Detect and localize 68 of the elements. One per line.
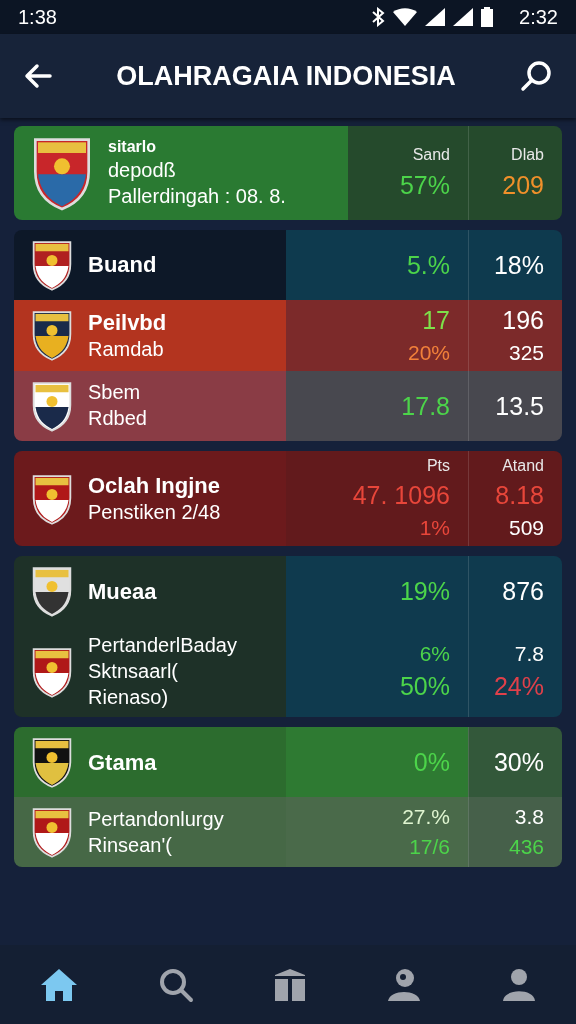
stat-value: 24% <box>493 672 544 702</box>
team-detail: Rinsean'( <box>88 833 173 857</box>
column-header: Atand <box>502 456 544 476</box>
crest-icon <box>30 805 74 860</box>
stat-value: 27.% <box>402 805 450 830</box>
team-detail: Ramdab <box>88 338 165 362</box>
column-header: Pts <box>426 456 450 476</box>
stat-value: 19% <box>399 576 450 606</box>
app-title: OLAHRAGAIA INDONESIA <box>115 60 457 92</box>
stat-value: 1% <box>419 516 450 541</box>
search-icon <box>520 60 552 92</box>
stat-value: 209 <box>502 170 544 200</box>
stat-value: 8.18 <box>495 481 544 511</box>
stat-value: 6% <box>419 642 450 667</box>
back-arrow-icon <box>24 63 52 89</box>
team-detail: Sktnsaarl( <box>88 660 180 684</box>
crest-icon <box>30 238 74 292</box>
crest-icon <box>30 308 74 363</box>
team-detail: Pertandonlurgy <box>88 807 224 831</box>
stat-value: 17 <box>422 306 450 335</box>
stat-value: 196 <box>502 306 544 335</box>
wifi-icon <box>393 8 418 26</box>
stat-value: 20% <box>407 340 450 365</box>
stat-value: 57% <box>399 170 450 200</box>
signal-icon <box>425 8 446 26</box>
column-header: Dlab <box>511 146 544 165</box>
stat-value: 436 <box>508 835 544 860</box>
stat-value: 876 <box>502 576 544 606</box>
stat-value: 7.8 <box>514 642 544 667</box>
team-name: Mueaa <box>88 578 157 604</box>
column-header: Sand <box>412 146 450 165</box>
stat-value: 3.8 <box>514 805 544 830</box>
stat-value: 18% <box>493 250 544 280</box>
stat-value: 30% <box>493 747 544 777</box>
team-name: Peilvbd <box>88 309 167 336</box>
search-icon <box>158 966 195 1003</box>
stat-value: 509 <box>508 516 544 541</box>
stat-value: 325 <box>508 340 544 365</box>
team-name: Oclah Ingjne <box>88 472 221 499</box>
team-detail: Rienaso) <box>88 686 170 710</box>
battery-icon <box>481 7 494 27</box>
team-detail: Sbem <box>88 381 142 405</box>
search-button[interactable] <box>520 60 552 92</box>
bluetooth-icon <box>371 7 386 27</box>
team-detail: Rdbed <box>88 407 147 431</box>
team-detail: Penstiken 2/48 <box>88 501 221 525</box>
status-clock: 2:32 <box>519 5 558 29</box>
back-button[interactable] <box>24 63 52 89</box>
stat-value: 5.% <box>406 250 450 280</box>
stat-value: 17.8 <box>401 391 450 421</box>
team-detail: sitarlo <box>108 137 157 157</box>
crest-icon <box>30 735 74 790</box>
crest-icon <box>30 564 74 619</box>
person-icon <box>385 966 422 1003</box>
stat-value: 0% <box>413 747 450 777</box>
team-detail: Pallerdingah : 08. 8. <box>108 185 286 209</box>
team-name: Gtama <box>88 749 157 775</box>
signal-icon <box>453 8 474 26</box>
stat-value: 17/6 <box>409 835 450 860</box>
stat-value: 47. 1096 <box>352 481 450 511</box>
team-detail: PertanderlBaday <box>88 634 237 658</box>
status-time: 1:38 <box>18 5 57 29</box>
profile-icon <box>500 966 537 1003</box>
team-name: Buand <box>88 252 157 278</box>
stat-value: 13.5 <box>495 391 544 421</box>
stat-value: 50% <box>399 672 450 702</box>
box-icon <box>273 966 307 1003</box>
team-detail: depodß <box>108 159 177 183</box>
